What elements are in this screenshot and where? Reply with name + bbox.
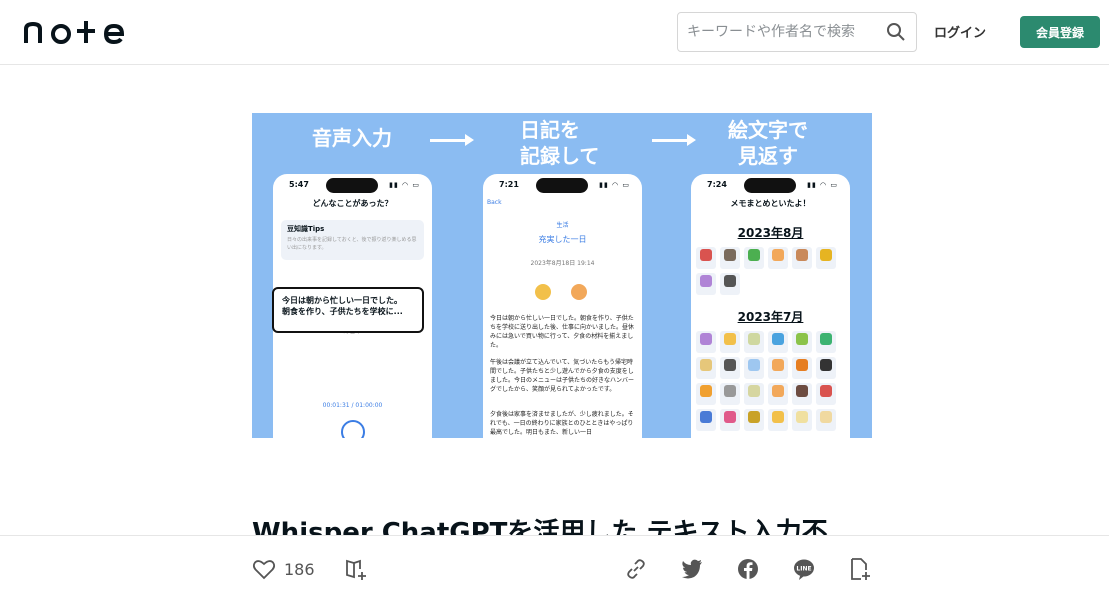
entry-paragraph: 今日は朝から忙しい一日でした。朝食を作り、子供たちを学校に送り出した後、仕事に向… xyxy=(490,315,635,349)
emoji-cell xyxy=(696,247,716,269)
phone-notch xyxy=(744,178,796,193)
emoji-cell xyxy=(768,383,788,405)
emoji-cell xyxy=(744,247,764,269)
month-heading: 2023年8月 xyxy=(737,226,804,240)
emoji-cell xyxy=(696,383,716,405)
arrow-icon xyxy=(430,134,474,146)
caption-emoji-line2: 見返す xyxy=(738,144,798,168)
signal-icon: ▮▮ ◠ ▭ xyxy=(389,181,420,189)
phone-title: どんなことがあった？ xyxy=(312,199,393,208)
emoji-search-icon xyxy=(535,284,551,300)
signup-button[interactable]: 会員登録 xyxy=(1020,16,1100,48)
phone-time: 5:47 xyxy=(289,180,309,189)
emoji-cell xyxy=(744,357,764,379)
emoji-cell xyxy=(696,273,716,295)
login-link[interactable]: ログイン xyxy=(934,22,986,41)
signal-icon: ▮▮ ◠ ▭ xyxy=(599,181,630,189)
heart-icon[interactable] xyxy=(252,557,276,581)
emoji-cell xyxy=(720,383,740,405)
phone-emoji-list: 7:24 ▮▮ ◠ ▭ メモまとめといたよ！ 2023年8月 2023年7月 xyxy=(691,174,850,438)
search-box xyxy=(677,12,917,52)
phone-time: 7:24 xyxy=(707,180,727,189)
emoji-cell xyxy=(792,383,812,405)
entry-title: 充実した一日 xyxy=(538,235,587,244)
article-hero-image: 音声入力 日記を 記録して 絵文字で 見返す 5:47 ▮▮ ◠ ▭ どんなこと… xyxy=(252,113,872,438)
tips-text: 日々の出来事を記録しておくと、後で振り返り楽しめる思い出になります。 xyxy=(287,237,417,251)
note-logo[interactable] xyxy=(24,19,124,45)
add-to-magazine-icon[interactable] xyxy=(344,557,368,581)
emoji-cell xyxy=(720,331,740,353)
emoji-cell xyxy=(816,247,836,269)
caption-voice-input: 音声入力 xyxy=(312,126,392,150)
emoji-cell xyxy=(768,409,788,431)
twitter-icon[interactable] xyxy=(680,557,704,581)
category-label: 生活 xyxy=(556,222,569,229)
back-link: Back xyxy=(487,199,502,206)
speech-bubble: 今日は朝から忙しい一日でした。 朝食を作り、子供たちを学校に... xyxy=(272,287,424,333)
phone-time: 7:21 xyxy=(499,180,519,189)
caption-record-line2: 記録して xyxy=(520,144,600,168)
emoji-cell xyxy=(768,357,788,379)
entry-date: 2023年8月18日 19:14 xyxy=(530,260,595,267)
emoji-cell xyxy=(768,331,788,353)
emoji-cell xyxy=(792,357,812,379)
month-heading: 2023年7月 xyxy=(737,310,804,324)
arrow-icon xyxy=(652,134,696,146)
emoji-face-icon xyxy=(571,284,587,300)
facebook-icon[interactable] xyxy=(736,557,760,581)
emoji-cell xyxy=(792,409,812,431)
site-header: ログイン 会員登録 xyxy=(0,0,1109,65)
emoji-cell xyxy=(696,331,716,353)
emoji-cell xyxy=(744,331,764,353)
search-icon[interactable] xyxy=(886,22,906,42)
like-count: 186 xyxy=(284,560,315,579)
phone-notch xyxy=(326,178,378,193)
emoji-cell xyxy=(720,273,740,295)
emoji-cell xyxy=(816,331,836,353)
emoji-cell xyxy=(816,357,836,379)
emoji-grid xyxy=(696,247,846,295)
emoji-cell xyxy=(720,357,740,379)
emoji-cell xyxy=(696,409,716,431)
bubble-line1: 今日は朝から忙しい一日でした。 xyxy=(282,296,402,305)
emoji-cell xyxy=(816,383,836,405)
link-icon[interactable] xyxy=(624,557,648,581)
emoji-grid xyxy=(696,331,846,431)
action-bar: 186 LINE xyxy=(0,535,1109,600)
tips-title: 豆知識Tips xyxy=(287,225,325,233)
emoji-cell xyxy=(816,409,836,431)
embed-note-icon[interactable] xyxy=(848,557,872,581)
emoji-cell xyxy=(720,247,740,269)
line-icon[interactable]: LINE xyxy=(792,557,816,581)
tips-card: 豆知識Tips 日々の出来事を記録しておくと、後で振り返り楽しめる思い出になりま… xyxy=(281,220,424,260)
phone-title: メモまとめといたよ！ xyxy=(730,199,811,208)
phone-notch xyxy=(536,178,588,193)
emoji-cell xyxy=(792,247,812,269)
entry-paragraph: 午後は会議が立て込んでいて、気づいたらもう帰宅時間でした。子供たちと少し遊んでか… xyxy=(490,359,635,393)
signal-icon: ▮▮ ◠ ▭ xyxy=(807,181,838,189)
emoji-cell xyxy=(768,247,788,269)
emoji-cell xyxy=(744,409,764,431)
bubble-line2: 朝食を作り、子供たちを学校に... xyxy=(282,307,403,316)
microphone-wave-icon xyxy=(341,420,365,438)
phone-diary-entry: 7:21 ▮▮ ◠ ▭ Back 生活 充実した一日 2023年8月18日 19… xyxy=(483,174,642,438)
caption-record-line1: 日記を xyxy=(520,118,580,142)
emoji-cell xyxy=(792,331,812,353)
svg-text:LINE: LINE xyxy=(796,566,811,573)
emoji-cell xyxy=(720,409,740,431)
entry-paragraph: 夕食後は家事を済ませましたが、少し疲れました。それでも、一日の終わりに家族とのひ… xyxy=(490,411,634,436)
recording-timer: 00:01:31 / 01:00:00 xyxy=(322,402,383,409)
caption-emoji-line1: 絵文字で xyxy=(728,118,808,142)
search-input[interactable] xyxy=(678,13,878,51)
emoji-cell xyxy=(696,357,716,379)
emoji-cell xyxy=(744,383,764,405)
